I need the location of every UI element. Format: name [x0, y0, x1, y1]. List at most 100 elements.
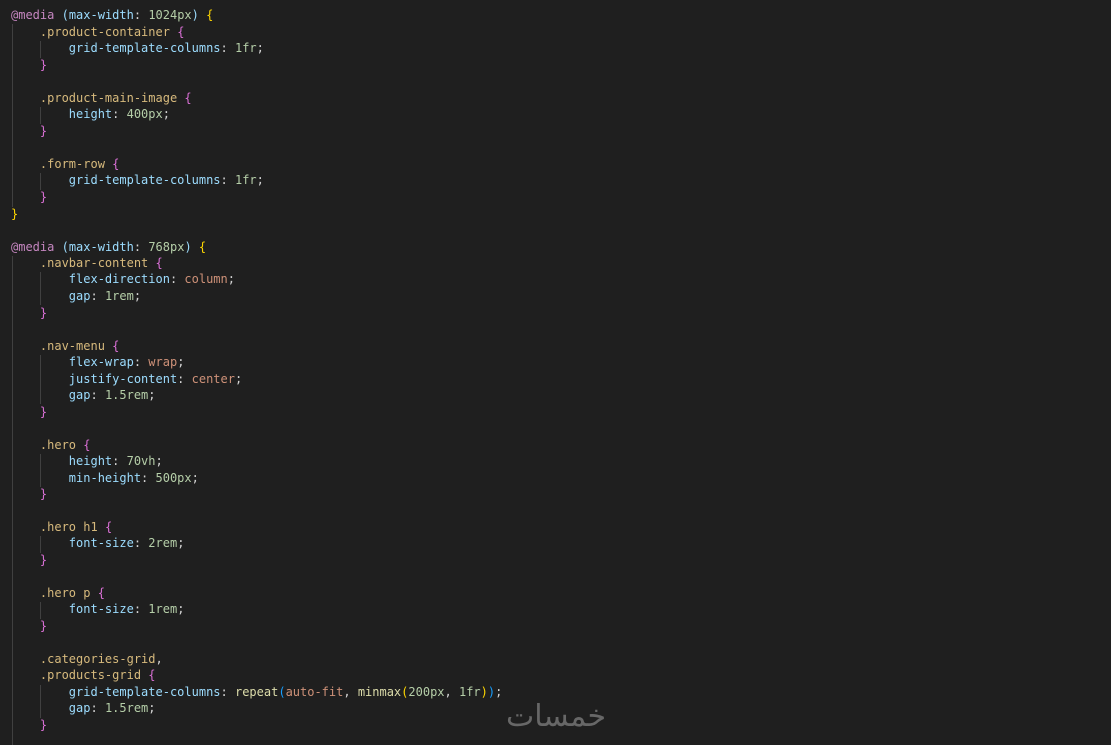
selector: .product-container [39, 25, 170, 39]
code-line: @media (max-width: 1024px) { [11, 8, 214, 22]
brace-open: { [104, 520, 113, 534]
code-line: .hero p { [11, 585, 105, 602]
paren: ( [61, 240, 69, 254]
code-line: .hero h1 { [11, 519, 112, 536]
brace-close: } [11, 207, 19, 221]
selector: .categories-grid [39, 652, 156, 666]
at-rule: @media [11, 240, 55, 254]
value: 1fr [234, 173, 257, 187]
code-line: .hero { [11, 437, 91, 454]
code-line: flex-direction: column; [68, 272, 235, 286]
property: gap [68, 701, 91, 715]
property: flex-direction [68, 272, 170, 286]
brace-open: { [155, 256, 163, 270]
code-line: } [11, 404, 47, 421]
code-line: } [11, 189, 47, 206]
selector: .product-main-image [39, 91, 178, 105]
code-line: justify-content: center; [68, 372, 243, 386]
brace-close: } [39, 124, 48, 138]
value: 1.5rem [104, 701, 149, 715]
value: wrap [148, 355, 178, 369]
code-line: gap: 1.5rem; [68, 701, 156, 715]
property: justify-content [68, 372, 178, 386]
value: 1rem [148, 602, 178, 616]
brace-open: { [83, 438, 91, 452]
selector: .hero p [39, 586, 91, 600]
media-value: 768px [148, 240, 185, 254]
code-line: font-size: 1rem; [68, 602, 185, 616]
paren: ( [61, 8, 69, 22]
code-line: height: 400px; [68, 107, 170, 121]
selector: .navbar-content [39, 256, 149, 270]
value: column [184, 272, 228, 286]
brace-open: { [97, 586, 105, 600]
brace-close: } [39, 405, 48, 419]
code-line: } [11, 618, 47, 635]
value: 200px [408, 685, 445, 699]
selector: .hero h1 [39, 520, 98, 534]
brace-open: { [112, 339, 120, 353]
paren: ) [191, 8, 199, 22]
property: gap [68, 289, 91, 303]
at-rule: @media [11, 8, 55, 22]
code-line: .navbar-content { [11, 255, 163, 272]
code-line: grid-template-columns: repeat(auto-fit, … [68, 685, 503, 699]
brace-close: } [39, 718, 48, 732]
property: gap [68, 388, 91, 402]
code-line: .form-row { [11, 156, 120, 173]
code-line: font-size: 2rem; [68, 536, 185, 550]
code-line: height: 70vh; [68, 454, 163, 468]
paren: ) [184, 240, 192, 254]
property: grid-template-columns [68, 685, 221, 699]
code-line: } [11, 206, 18, 223]
brace-open: { [184, 91, 192, 105]
function-name: minmax [357, 685, 402, 699]
value: 1rem [104, 289, 134, 303]
value: auto-fit [285, 685, 344, 699]
brace-open: { [198, 240, 207, 254]
brace-close: } [39, 190, 48, 204]
value: 70vh [126, 454, 156, 468]
brace-open: { [112, 157, 120, 171]
property: height [68, 107, 113, 121]
code-line: } [11, 57, 47, 74]
brace-close: } [39, 553, 48, 567]
code-line: } [11, 552, 47, 569]
value: 1fr [458, 685, 481, 699]
brace-close: } [39, 487, 48, 501]
code-line: grid-template-columns: 1fr; [68, 173, 264, 187]
code-line: gap: 1rem; [68, 289, 142, 303]
code-line: .products-grid { [11, 667, 156, 684]
code-line: grid-template-columns: 1fr; [68, 41, 264, 55]
watermark-logo: خمسات [505, 699, 607, 734]
property: grid-template-columns [68, 173, 221, 187]
selector: .products-grid [39, 668, 142, 682]
selector: .hero [39, 438, 77, 452]
brace-open: { [177, 25, 185, 39]
property: min-height [68, 471, 142, 485]
media-feature: max-width [68, 240, 134, 254]
code-line: } [11, 717, 47, 734]
code-editor[interactable]: @media (max-width: 1024px) { .product-co… [0, 0, 1111, 745]
value: 2rem [148, 536, 178, 550]
brace-open: { [206, 8, 214, 22]
brace-close: } [39, 306, 48, 320]
property: flex-wrap [68, 355, 134, 369]
value: center [191, 372, 235, 386]
code-line: flex-wrap: wrap; [68, 355, 185, 369]
selector: .nav-menu [39, 339, 105, 353]
code-line: .product-main-image { [11, 90, 192, 107]
code-line: .categories-grid, [39, 652, 163, 666]
code-line: .nav-menu { [11, 338, 120, 355]
value: 500px [155, 471, 192, 485]
property: font-size [68, 602, 134, 616]
property: font-size [68, 536, 134, 550]
code-line: } [11, 486, 47, 503]
paren: ( [278, 685, 286, 699]
property: height [68, 454, 113, 468]
brace-open: { [148, 668, 156, 682]
code-line: @media (max-width: 768px) { [11, 240, 207, 254]
value: 1.5rem [104, 388, 149, 402]
code-line: } [11, 123, 47, 140]
media-value: 1024px [148, 8, 192, 22]
